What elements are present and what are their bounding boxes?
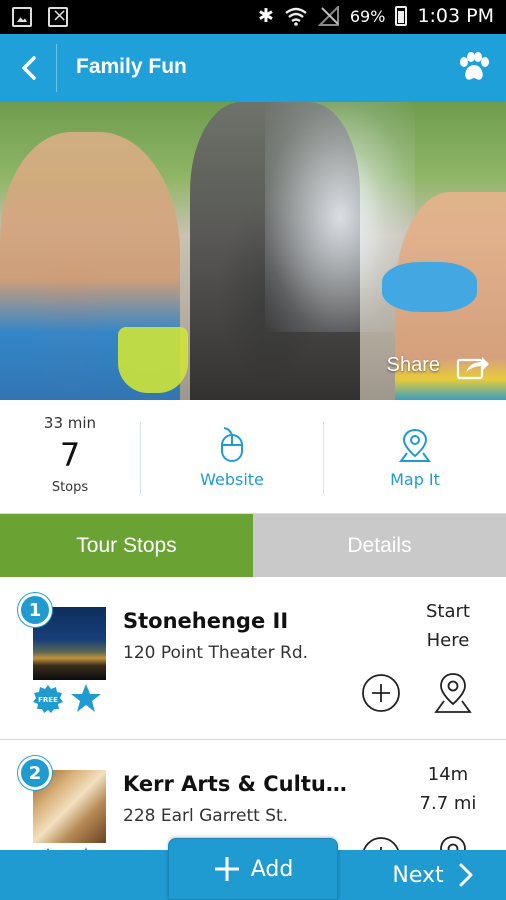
stop-number-badge: 2 [18, 756, 52, 790]
stop-right-line1: 14m [427, 764, 469, 785]
paw-icon[interactable] [456, 52, 490, 84]
image-icon [12, 7, 32, 27]
map-pin-icon[interactable] [433, 671, 473, 715]
list-item[interactable]: 1 FREE Stonehenge II 120 Point Theater R… [0, 577, 506, 740]
hero-bucket [118, 327, 188, 393]
stop-right-line1: Start [426, 601, 470, 622]
hero-water-balloon [382, 262, 477, 312]
next-button[interactable]: Next [360, 850, 506, 900]
mouse-icon [221, 427, 243, 462]
tour-stats: 33 min 7 Stops Website Map It [0, 400, 506, 514]
stop-number-badge: 1 [18, 593, 52, 627]
map-it-button[interactable]: Map It [324, 426, 506, 489]
svg-text:FREE: FREE [38, 696, 58, 704]
clock: 1:03 PM [417, 5, 494, 27]
app-bar: Family Fun [0, 34, 506, 102]
battery-percent: 69% [349, 6, 386, 26]
star-icon [71, 684, 101, 712]
chevron-right-icon [459, 863, 473, 887]
share-label[interactable]: Share [387, 354, 440, 377]
free-icon: FREE [33, 685, 63, 713]
stop-name: Kerr Arts & Cultur... [123, 772, 353, 796]
stops-label: Stops [51, 480, 89, 495]
share-icon[interactable] [456, 352, 490, 380]
app-bar-divider [56, 44, 57, 92]
wifi-icon [285, 7, 307, 26]
chevron-left-icon[interactable] [14, 52, 46, 84]
close-notification-icon [48, 5, 68, 27]
status-bar: ✱ 69% 1:03 PM [0, 0, 506, 34]
tab-bar: Tour Stops Details [0, 514, 506, 577]
stops-count: 7 [59, 436, 81, 474]
add-button[interactable]: Add [168, 838, 338, 900]
stop-distance: 14m 7.7 mi [388, 760, 506, 818]
stop-right-line2: Here [426, 630, 470, 651]
stop-name: Stonehenge II [123, 609, 289, 633]
bluetooth-icon: ✱ [257, 5, 274, 27]
website-label: Website [200, 470, 264, 489]
stop-address: 120 Point Theater Rd. [123, 643, 309, 663]
page-title: Family Fun [76, 55, 187, 78]
map-it-label: Map It [390, 470, 440, 489]
next-label: Next [392, 862, 444, 888]
hero-image: Share [0, 102, 506, 400]
plus-icon [214, 857, 239, 881]
tour-duration: 33 min [43, 414, 97, 432]
tab-details[interactable]: Details [253, 514, 506, 577]
add-circle-icon[interactable] [361, 673, 401, 713]
add-label: Add [250, 856, 294, 882]
stop-right-line2: 7.7 mi [419, 793, 477, 814]
website-button[interactable]: Website [141, 426, 323, 489]
tab-tour-stops[interactable]: Tour Stops [0, 514, 253, 577]
no-signal-icon [317, 6, 339, 26]
battery-icon [395, 6, 408, 26]
map-pin-icon [399, 428, 431, 462]
stop-distance: Start Here [388, 597, 506, 655]
stop-address: 228 Earl Garrett St. [123, 806, 289, 826]
